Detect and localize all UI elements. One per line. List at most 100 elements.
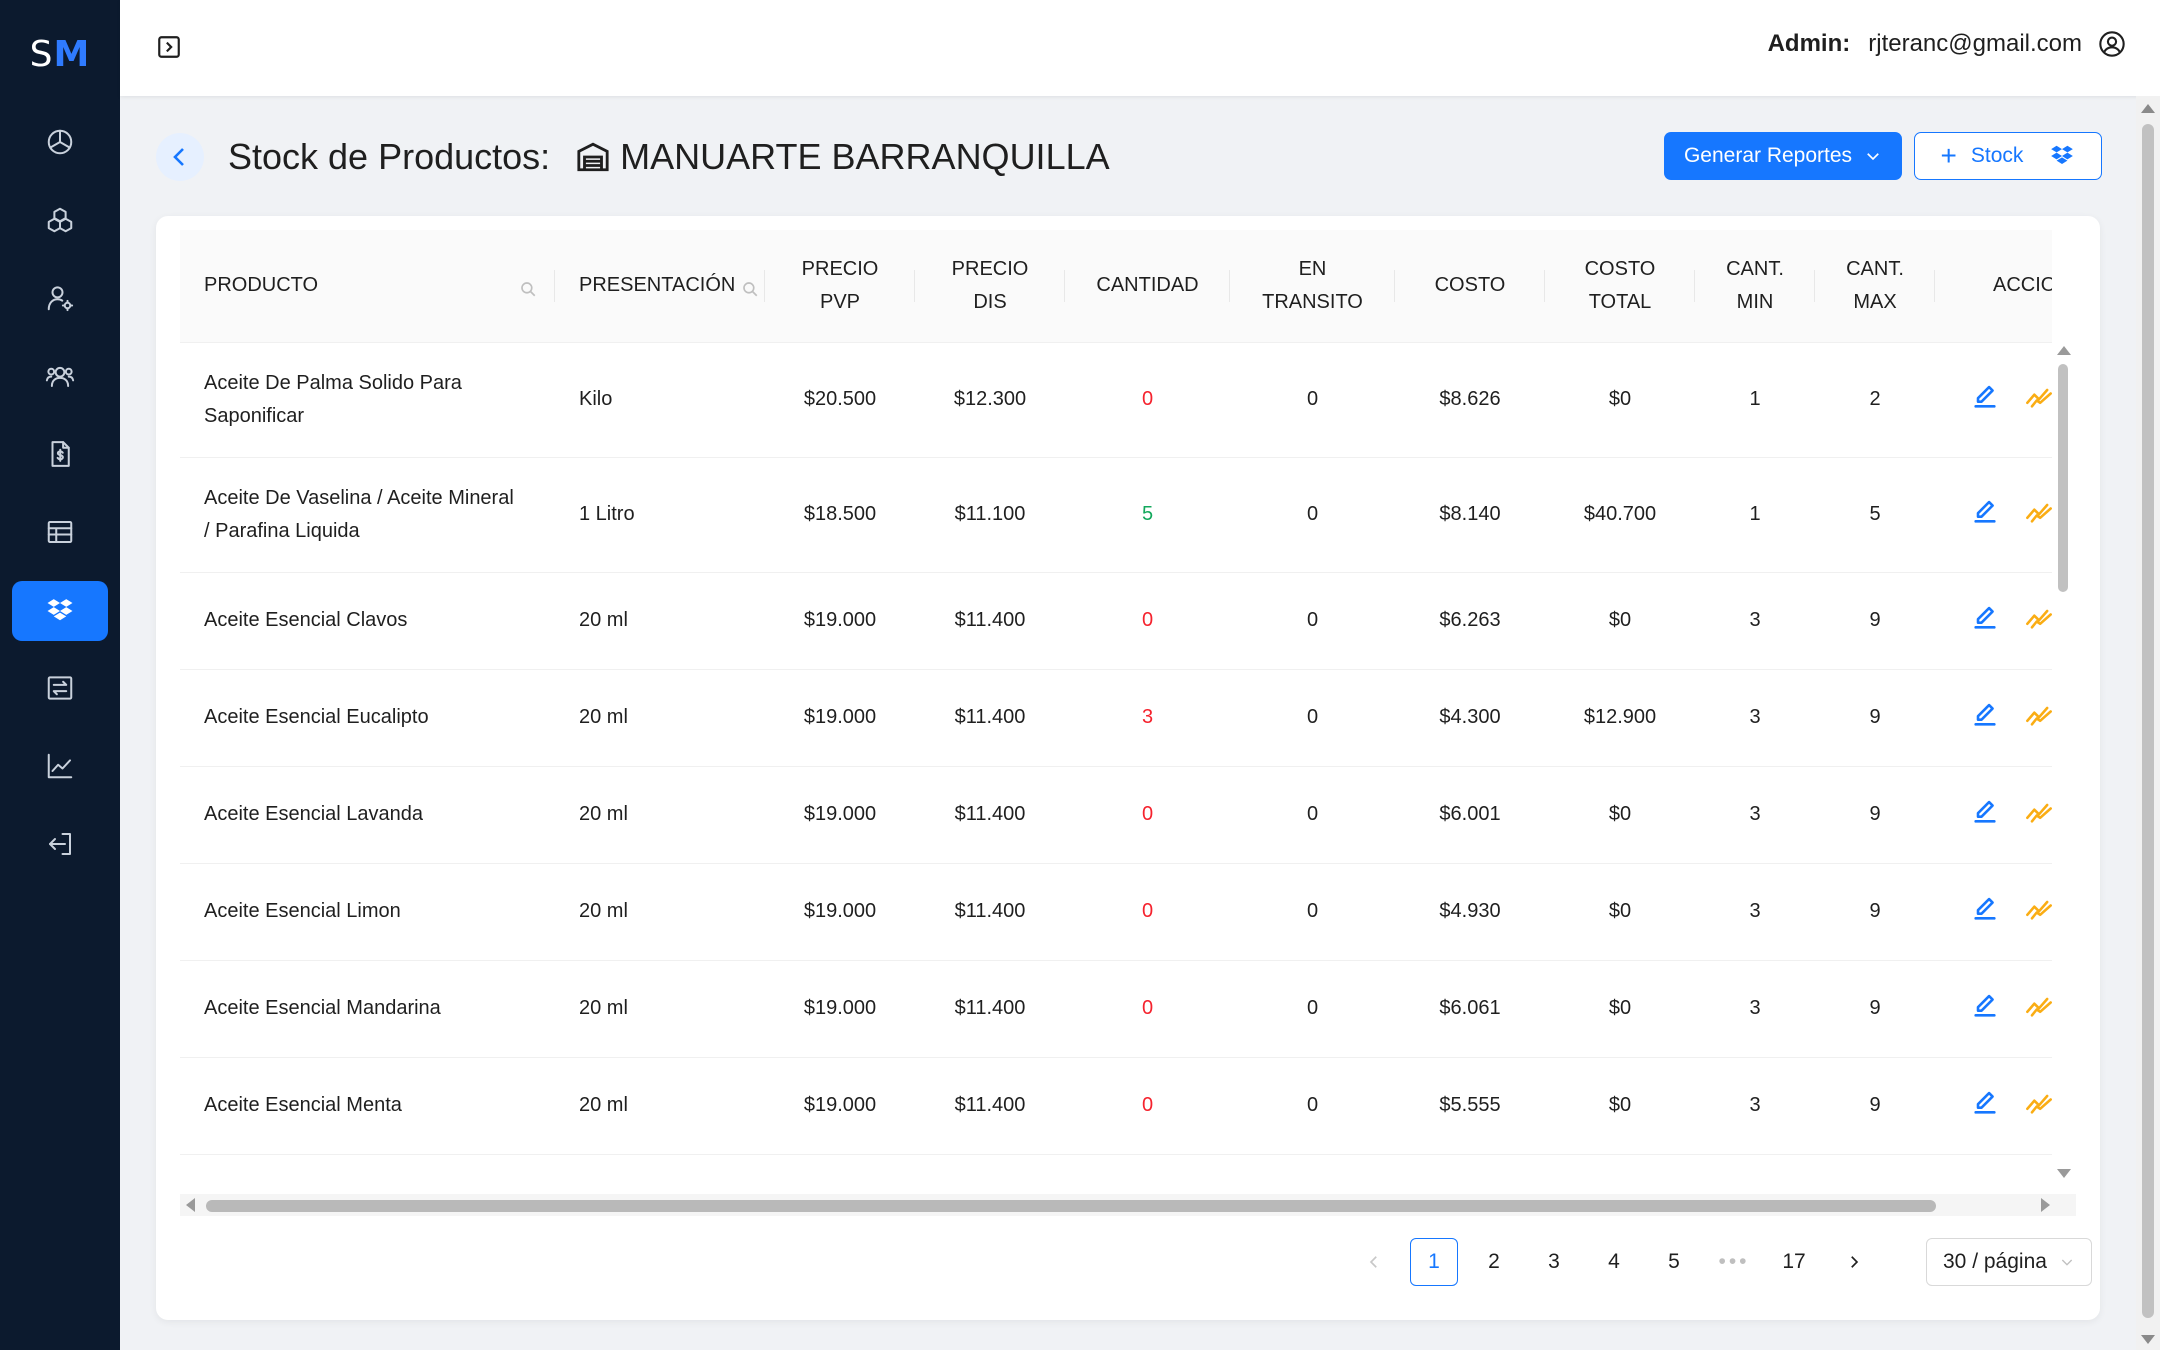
scroll-down-arrow-icon[interactable]: [2057, 1169, 2071, 1178]
col-header-precio-dis[interactable]: PRECIO DIS: [915, 230, 1065, 343]
cell-precio-dis: $12.300: [915, 342, 1065, 458]
history-button[interactable]: [2025, 992, 2052, 1026]
cell-costo-total: $40.700: [1545, 457, 1695, 573]
sidebar-item-invoices[interactable]: [12, 424, 108, 484]
edit-button[interactable]: [1971, 498, 1999, 532]
search-icon[interactable]: [519, 276, 537, 297]
col-header-cant-min[interactable]: CANT. MIN: [1695, 230, 1815, 343]
col-header-costo[interactable]: COSTO: [1395, 230, 1545, 343]
edit-button[interactable]: [1971, 383, 1999, 417]
pagination-page-5[interactable]: 5: [1650, 1238, 1698, 1286]
search-icon[interactable]: [741, 276, 759, 297]
page-size-select[interactable]: 30 / página: [1926, 1238, 2092, 1286]
history-button[interactable]: [2025, 1089, 2052, 1123]
cell-precio-pvp: $19.000: [765, 960, 915, 1058]
table-scroll-area[interactable]: PRODUCTO PRESENTACIÓN PRECIO PVP PRECIO DI…: [180, 230, 2052, 1194]
cell-costo: $6.001: [1395, 766, 1545, 864]
pagination-page-2[interactable]: 2: [1470, 1238, 1518, 1286]
edit-button[interactable]: [1971, 701, 1999, 735]
cell-precio-dis: $11.400: [915, 863, 1065, 961]
window-vertical-scrollbar[interactable]: [2136, 96, 2160, 1350]
cell-acciones: [1935, 669, 2052, 767]
sidebar-item-dashboard[interactable]: [12, 112, 108, 172]
col-header-cantidad[interactable]: CANTIDAD: [1065, 230, 1230, 343]
col-header-precio-pvp[interactable]: PRECIO PVP: [765, 230, 915, 343]
window-scroll-up-icon[interactable]: [2141, 104, 2155, 113]
sidebar-toggle-button[interactable]: [156, 34, 182, 60]
table-horizontal-scroll-thumb[interactable]: [206, 1200, 1936, 1212]
admin-info: Admin: rjteranc@gmail.com: [1768, 30, 2126, 58]
history-button[interactable]: [2025, 383, 2052, 417]
user-avatar-icon[interactable]: [2098, 30, 2126, 58]
history-button[interactable]: [2025, 798, 2052, 832]
cell-costo: $5.555: [1395, 1057, 1545, 1155]
col-header-presentacion[interactable]: PRESENTACIÓN: [555, 230, 765, 343]
history-button[interactable]: [2025, 604, 2052, 638]
pagination-page-4[interactable]: 4: [1590, 1238, 1638, 1286]
cell-cant-min: 1: [1695, 342, 1815, 458]
sidebar-item-analytics[interactable]: [12, 736, 108, 796]
history-button[interactable]: [2025, 701, 2052, 735]
pagination-prev-button[interactable]: [1350, 1238, 1398, 1286]
table-horizontal-scrollbar[interactable]: [180, 1194, 2076, 1216]
sidebar-item-table[interactable]: [12, 502, 108, 562]
col-header-costo-total[interactable]: COSTO TOTAL: [1545, 230, 1695, 343]
table-row[interactable]: Aceite Esencial Mandarina 20 ml $19.000 …: [180, 960, 2052, 1058]
history-button[interactable]: [2025, 498, 2052, 532]
edit-button[interactable]: [1971, 992, 1999, 1026]
pagination-page-3[interactable]: 3: [1530, 1238, 1578, 1286]
table-row[interactable]: Aceite Esencial Limon 20 ml $19.000 $11.…: [180, 863, 2052, 961]
pagination-next-button[interactable]: [1830, 1238, 1878, 1286]
pagination-page-1[interactable]: 1: [1410, 1238, 1458, 1286]
store-name: MANUARTE BARRANQUILLA: [620, 136, 1110, 177]
sidebar-item-stock[interactable]: [12, 581, 108, 641]
sidebar-item-users[interactable]: [12, 346, 108, 406]
pagination-jump-next[interactable]: •••: [1710, 1238, 1758, 1286]
col-header-en-transito[interactable]: EN TRANSITO: [1230, 230, 1395, 343]
add-stock-button[interactable]: + Stock: [1914, 132, 2102, 180]
sidebar-item-user-settings[interactable]: [12, 268, 108, 328]
pagination-page-last[interactable]: 17: [1770, 1238, 1818, 1286]
edit-icon: [1974, 800, 1996, 823]
sidebar-item-logout[interactable]: [12, 814, 108, 874]
table-row[interactable]: Aceite Esencial Lavanda 20 ml $19.000 $1…: [180, 766, 2052, 864]
table-row[interactable]: Aceite De Palma Solido Para Saponificar K…: [180, 342, 2052, 458]
cell-cant-max: 9: [1815, 1057, 1935, 1155]
cell-presentacion: 1 Litro: [555, 457, 765, 573]
cell-precio-pvp: $18.500: [765, 457, 915, 573]
back-button[interactable]: [156, 133, 204, 181]
edit-button[interactable]: [1971, 895, 1999, 929]
edit-button[interactable]: [1971, 1089, 1999, 1123]
col-header-producto[interactable]: PRODUCTO: [180, 230, 555, 343]
window-scroll-thumb[interactable]: [2142, 124, 2154, 1318]
table-row[interactable]: Aceite Esencial Eucalipto 20 ml $19.000 …: [180, 669, 2052, 767]
sidebar-item-products[interactable]: [12, 190, 108, 250]
scroll-up-arrow-icon[interactable]: [2057, 346, 2071, 355]
cell-costo-total: $0: [1545, 342, 1695, 458]
cell-producto: Aceite De Palma Solido Para Saponificar: [180, 342, 555, 458]
table-row[interactable]: Aceite Esencial Menta 20 ml $19.000 $11.…: [180, 1057, 2052, 1155]
table-row[interactable]: Aceite De Vaselina / Aceite Mineral / Par…: [180, 457, 2052, 573]
table-vertical-scroll-thumb[interactable]: [2058, 364, 2068, 592]
scroll-left-arrow-icon[interactable]: [186, 1198, 195, 1212]
edit-button[interactable]: [1971, 798, 1999, 832]
table-header-row: PRODUCTO PRESENTACIÓN PRECIO PVP PRECIO DI…: [180, 230, 2052, 343]
app-logo[interactable]: SM: [0, 34, 120, 75]
cell-precio-dis: $11.400: [915, 669, 1065, 767]
table-vertical-scrollbar[interactable]: [2053, 342, 2075, 1182]
sidebar-item-transfers[interactable]: [12, 658, 108, 718]
edit-button[interactable]: [1971, 604, 1999, 638]
invoice-icon: [51, 441, 70, 467]
cell-cantidad: 3: [1065, 669, 1230, 767]
scroll-right-arrow-icon[interactable]: [2041, 1198, 2050, 1212]
cell-costo: $6.263: [1395, 572, 1545, 670]
col-header-min-line1: CANT.: [1726, 257, 1784, 280]
cell-precio-pvp: $20.500: [765, 342, 915, 458]
table-row[interactable]: Aceite Esencial Clavos 20 ml $19.000 $11…: [180, 572, 2052, 670]
window-scroll-down-icon[interactable]: [2141, 1335, 2155, 1344]
col-header-cant-max[interactable]: CANT. MAX: [1815, 230, 1935, 343]
history-button[interactable]: [2025, 895, 2052, 929]
generate-reports-button[interactable]: Generar Reportes: [1664, 132, 1902, 180]
cell-cant-min: 3: [1695, 1057, 1815, 1155]
edit-icon: [1974, 994, 1996, 1017]
